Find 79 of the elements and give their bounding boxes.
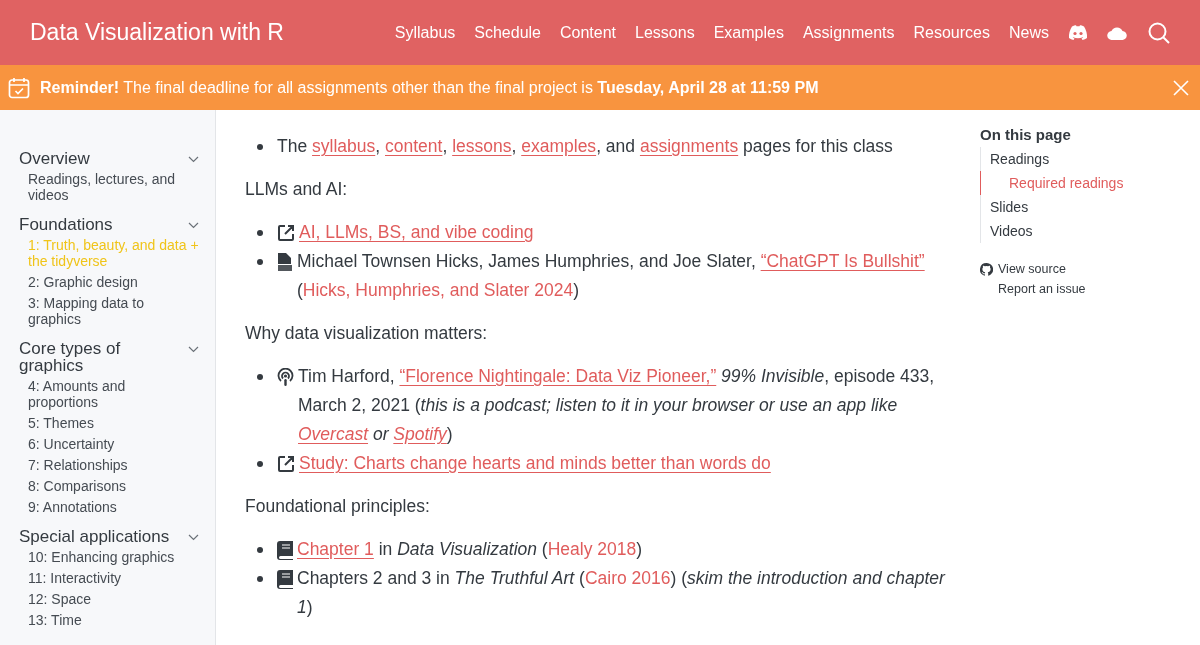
sidebar-item[interactable]: 7: Relationships	[19, 455, 199, 476]
reminder-text: Reminder! The final deadline for all assignments other than the final project is Tuesday, April 28 at 11:59 PM	[40, 78, 820, 97]
reading-text: Michael Townsen Hicks, James Humphries, and Joe Slater, “ChatGPT Is Bullshit” (Hicks, Humphries, and Slater 2024)	[297, 250, 926, 302]
sidebar-item[interactable]: 6: Uncertainty	[19, 434, 199, 455]
section-heading: LLMs and AI:	[245, 178, 349, 201]
site-title[interactable]: Data Visualization with R	[30, 19, 395, 46]
reading-link[interactable]: Study: Charts change hearts and minds better than words do	[299, 453, 771, 473]
app-link[interactable]: Overcast	[298, 424, 369, 444]
sidebar-item[interactable]: 11: Interactivity	[19, 568, 199, 589]
chevron-down-icon[interactable]	[188, 222, 199, 229]
reading-link[interactable]: syllabus	[312, 136, 376, 156]
sidebar-item[interactable]: 13: Time	[19, 610, 199, 631]
book-icon	[277, 541, 293, 560]
bullet-dot	[257, 259, 263, 265]
bullet-dot	[257, 144, 263, 150]
reading-link[interactable]: “Florence Nightingale: Data Viz Pioneer,”	[399, 366, 717, 386]
sidebar-item[interactable]: 9: Annotations	[19, 497, 199, 518]
reading-link[interactable]: content	[385, 136, 443, 156]
citation-link[interactable]: Hicks, Humphries, and Slater 2024	[302, 280, 574, 300]
sidebar-item[interactable]: 12: Space	[19, 589, 199, 610]
citation-link[interactable]: Cairo 2016	[584, 568, 671, 588]
toc-link[interactable]: Readings	[980, 147, 1200, 171]
bullet-dot	[257, 547, 263, 553]
view-source-link[interactable]: View source	[980, 259, 1200, 279]
reading-text: Chapter 1 in Data Visualization (Healy 2018)	[297, 538, 644, 561]
section-title[interactable]: Foundations	[19, 212, 113, 235]
chevron-down-icon[interactable]	[188, 156, 199, 163]
section-title[interactable]: Overview	[19, 146, 90, 169]
nav-link[interactable]: Assignments	[802, 23, 895, 42]
section-title[interactable]: Core types of graphics	[19, 336, 188, 376]
reading-text: The syllabus, content, lessons, examples, and assignments pages for this class	[277, 135, 894, 158]
chevron-down-icon[interactable]	[188, 534, 199, 541]
sidebar-item[interactable]: 10: Enhancing graphics	[19, 547, 199, 568]
section-heading: Foundational principles:	[245, 495, 431, 518]
nav-link[interactable]: News	[1009, 23, 1049, 42]
nav-link[interactable]: Content	[560, 23, 617, 42]
sidebar-item[interactable]: 5: Themes	[19, 413, 199, 434]
reading-text: Chapters 2 and 3 in The Truthful Art (Cairo 2016) (skim the introduction and chapter 1)	[297, 567, 947, 619]
toc-link[interactable]: Videos	[980, 219, 1200, 243]
external-link-icon	[277, 455, 295, 473]
app-link[interactable]: Spotify	[393, 424, 447, 444]
external-link-icon	[277, 224, 295, 242]
reading-text: Tim Harford, “Florence Nightingale: Data Viz Pioneer,” 99% Invisible, episode 433, March 2, 2021 (this is a podcast; listen to it in your browser or use an app like Overcast or Spotify)	[298, 365, 936, 446]
sidebar-item[interactable]: 4: Amounts and proportions	[19, 376, 199, 413]
toc-link[interactable]: Required readings	[980, 171, 1200, 195]
bullet-dot	[257, 461, 263, 467]
github-icon	[980, 262, 993, 276]
sidebar-item[interactable]: 2: Graphic design	[19, 272, 199, 293]
bullet-dot	[257, 576, 263, 582]
nav-link[interactable]: Schedule	[474, 23, 541, 42]
reading-link[interactable]: “ChatGPT Is Bullshit”	[760, 251, 925, 271]
nav-link[interactable]: Examples	[713, 23, 784, 42]
bullet-dot	[257, 230, 263, 236]
reading-link[interactable]: examples	[521, 136, 597, 156]
nav-link[interactable]: Resources	[913, 23, 990, 42]
nav-link[interactable]: Lessons	[635, 23, 695, 42]
reading-link[interactable]: Chapter 1	[297, 539, 374, 559]
reading-link[interactable]: assignments	[639, 136, 739, 156]
sidebar-item[interactable]: Readings, lectures, and videos	[19, 169, 199, 206]
sidebar-item[interactable]: 8: Comparisons	[19, 476, 199, 497]
nav-link[interactable]: Syllabus	[394, 23, 456, 42]
cloud-icon[interactable]	[1107, 25, 1127, 40]
toc-link[interactable]: Slides	[980, 195, 1200, 219]
book-icon	[277, 570, 293, 589]
podcast-icon	[277, 368, 294, 387]
bullet-dot	[257, 374, 263, 380]
discord-icon[interactable]	[1068, 25, 1088, 40]
search-icon[interactable]	[1148, 21, 1170, 44]
reading-link[interactable]: lessons	[452, 136, 512, 156]
section-title[interactable]: Special applications	[19, 524, 170, 547]
report-issue-link[interactable]: Report an issue	[980, 279, 1200, 299]
calendar-check-icon	[8, 76, 30, 99]
toc-title: On this page	[980, 126, 1072, 143]
reading-link[interactable]: AI, LLMs, BS, and vibe coding	[299, 222, 534, 242]
citation-link[interactable]: Healy 2018	[547, 539, 637, 559]
section-heading: Why data visualization matters:	[245, 322, 489, 345]
chevron-down-icon[interactable]	[188, 346, 199, 353]
pdf-file-icon	[277, 253, 293, 272]
sidebar-item[interactable]: 3: Mapping data to graphics	[19, 293, 199, 330]
